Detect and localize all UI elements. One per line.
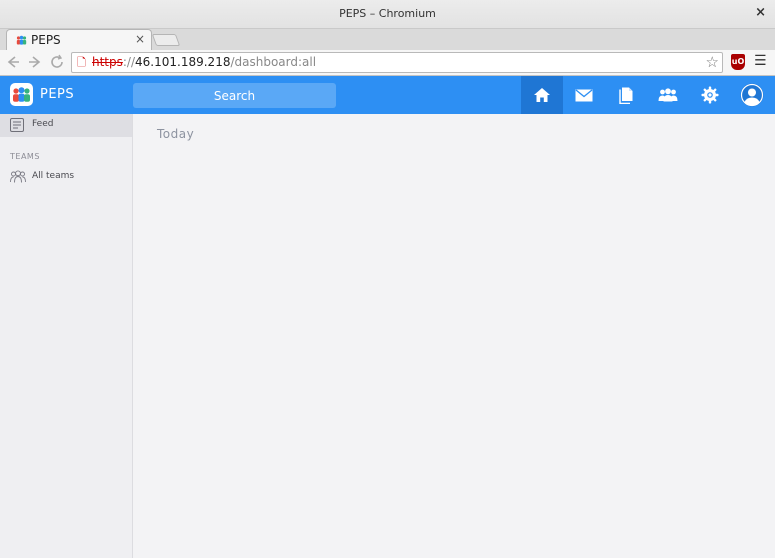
nav-mail-button[interactable] xyxy=(563,76,605,114)
sidebar: Feed TEAMS All teams xyxy=(0,114,133,558)
brand-name: PEPS xyxy=(40,87,75,102)
ublock-extension-icon[interactable]: uO xyxy=(731,54,745,70)
browser-tab[interactable]: PEPS × xyxy=(6,29,152,50)
url-scheme: https xyxy=(92,55,123,69)
url-path: /dashboard:all xyxy=(230,55,317,69)
nav-files-button[interactable] xyxy=(605,76,647,114)
tab-title: PEPS xyxy=(31,33,61,47)
mail-icon xyxy=(575,88,593,101)
home-icon xyxy=(534,88,550,102)
sidebar-item-label: Feed xyxy=(32,119,54,129)
teams-section-heading: TEAMS xyxy=(10,152,40,161)
window-title: PEPS – Chromium xyxy=(339,7,436,20)
address-url[interactable]: https://46.101.189.218/dashboard:all xyxy=(92,55,316,69)
nav-home-button[interactable] xyxy=(521,76,563,114)
bookmark-star-icon[interactable]: ☆ xyxy=(706,54,719,71)
feed-day-heading: Today xyxy=(157,127,195,141)
url-separator: :// xyxy=(122,55,136,69)
back-button[interactable] xyxy=(4,54,22,72)
avatar-icon xyxy=(740,83,764,107)
team-icon xyxy=(10,170,26,183)
feed-icon xyxy=(10,118,24,132)
new-tab-button[interactable] xyxy=(151,34,181,46)
insecure-lock-icon[interactable]: 🗋 xyxy=(77,56,89,70)
app-header: PEPS xyxy=(0,76,775,114)
browser-toolbar: 🗋 https://46.101.189.218/dashboard:all ☆… xyxy=(0,50,775,76)
browser-menu-icon[interactable]: ☰ xyxy=(754,53,767,69)
reload-icon xyxy=(51,54,63,68)
main-content: Today xyxy=(134,114,775,558)
nav-profile-button[interactable] xyxy=(731,76,773,114)
sidebar-item-feed[interactable]: Feed xyxy=(0,114,132,137)
reload-button[interactable] xyxy=(48,54,66,72)
url-host: 46.101.189.218 xyxy=(135,55,231,69)
window-titlebar: PEPS – Chromium × xyxy=(0,0,775,29)
peps-logo-icon[interactable] xyxy=(10,83,33,106)
forward-arrow-icon xyxy=(29,56,41,68)
nav-contacts-button[interactable] xyxy=(647,76,689,114)
sidebar-item-label: All teams xyxy=(32,171,75,181)
tab-close-button[interactable]: × xyxy=(135,32,145,46)
sidebar-item-all-teams[interactable]: All teams xyxy=(0,166,132,189)
people-icon xyxy=(658,88,678,102)
window-close-button[interactable]: × xyxy=(755,6,766,19)
gear-icon xyxy=(701,86,719,104)
peps-favicon-icon xyxy=(16,35,27,45)
forward-button[interactable] xyxy=(26,54,44,72)
search-input[interactable] xyxy=(133,83,336,108)
peps-app: PEPS Search Feed TEAMS All teams Today xyxy=(0,76,775,558)
file-icon xyxy=(619,87,633,104)
address-bar[interactable]: 🗋 https://46.101.189.218/dashboard:all ☆ xyxy=(71,52,723,73)
tab-strip: PEPS × xyxy=(0,29,775,50)
back-arrow-icon xyxy=(7,56,19,68)
nav-settings-button[interactable] xyxy=(689,76,731,114)
